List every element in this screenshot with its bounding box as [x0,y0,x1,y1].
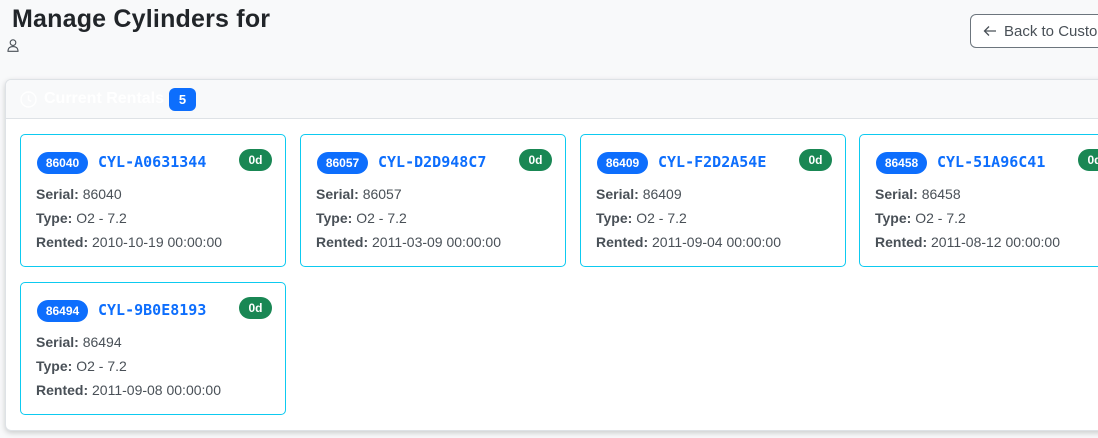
rented-row: Rented: 2011-09-04 00:00:00 [596,234,781,250]
page-title: Manage Cylinders for [12,5,271,33]
rental-days-badge: 0d [519,149,552,171]
rental-days-badge: 0d [239,297,272,319]
rental-days-badge: 0d [799,149,832,171]
serial-badge: 86057 [317,152,368,174]
serial-badge: 86040 [37,152,88,174]
rented-row: Rented: 2010-10-19 00:00:00 [36,234,223,250]
current-rentals-panel: Current Rentals 5 86040 CYL-A0631344 0d … [5,79,1098,431]
cylinder-code-link[interactable]: CYL-9B0E8193 [98,301,206,319]
rented-row: Rented: 2011-08-12 00:00:00 [875,234,1060,250]
page: Manage Cylinders for Back to Customers C… [0,0,1098,438]
cylinder-code-link[interactable]: CYL-F2D2A54E [658,153,766,171]
clock-icon [20,90,37,108]
cylinder-card[interactable]: 86057 CYL-D2D948C7 0d Serial: 86057 Type… [300,134,566,267]
arrow-left-icon [983,26,996,36]
cylinder-code-link[interactable]: CYL-A0631344 [98,153,206,171]
serial-row: Serial: 86040 [36,186,122,202]
cylinder-card[interactable]: 86409 CYL-F2D2A54E 0d Serial: 86409 Type… [580,134,846,267]
type-row: Type: O2 - 7.2 [36,358,127,374]
rentals-count-badge: 5 [169,87,197,111]
type-row: Type: O2 - 7.2 [316,210,407,226]
serial-row: Serial: 86409 [596,186,682,202]
serial-row: Serial: 86458 [875,186,961,202]
cylinder-card[interactable]: 86458 CYL-51A96C41 0d Serial: 86458 Type… [859,134,1098,267]
rented-row: Rented: 2011-09-08 00:00:00 [36,382,221,398]
type-row: Type: O2 - 7.2 [36,210,127,226]
type-row: Type: O2 - 7.2 [596,210,687,226]
back-button-label: Back to Customers [1004,22,1098,40]
user-icon [7,39,19,52]
rented-row: Rented: 2011-03-09 00:00:00 [316,234,501,250]
rental-days-badge: 0d [239,149,272,171]
back-to-customers-button[interactable]: Back to Customers [970,14,1098,48]
serial-badge: 86409 [597,152,648,174]
current-rentals-title: Current Rentals [44,90,165,107]
cylinder-card[interactable]: 86494 CYL-9B0E8193 0d Serial: 86494 Type… [20,282,286,415]
type-row: Type: O2 - 7.2 [875,210,966,226]
cylinder-code-link[interactable]: CYL-51A96C41 [937,153,1045,171]
serial-badge: 86458 [876,152,927,174]
cylinder-card[interactable]: 86040 CYL-A0631344 0d Serial: 86040 Type… [20,134,286,267]
cylinder-code-link[interactable]: CYL-D2D948C7 [378,153,486,171]
serial-row: Serial: 86057 [316,186,402,202]
current-rentals-header: Current Rentals 5 [6,80,1098,119]
serial-badge: 86494 [37,300,88,322]
rental-days-badge: 0d [1078,149,1098,171]
serial-row: Serial: 86494 [36,334,122,350]
